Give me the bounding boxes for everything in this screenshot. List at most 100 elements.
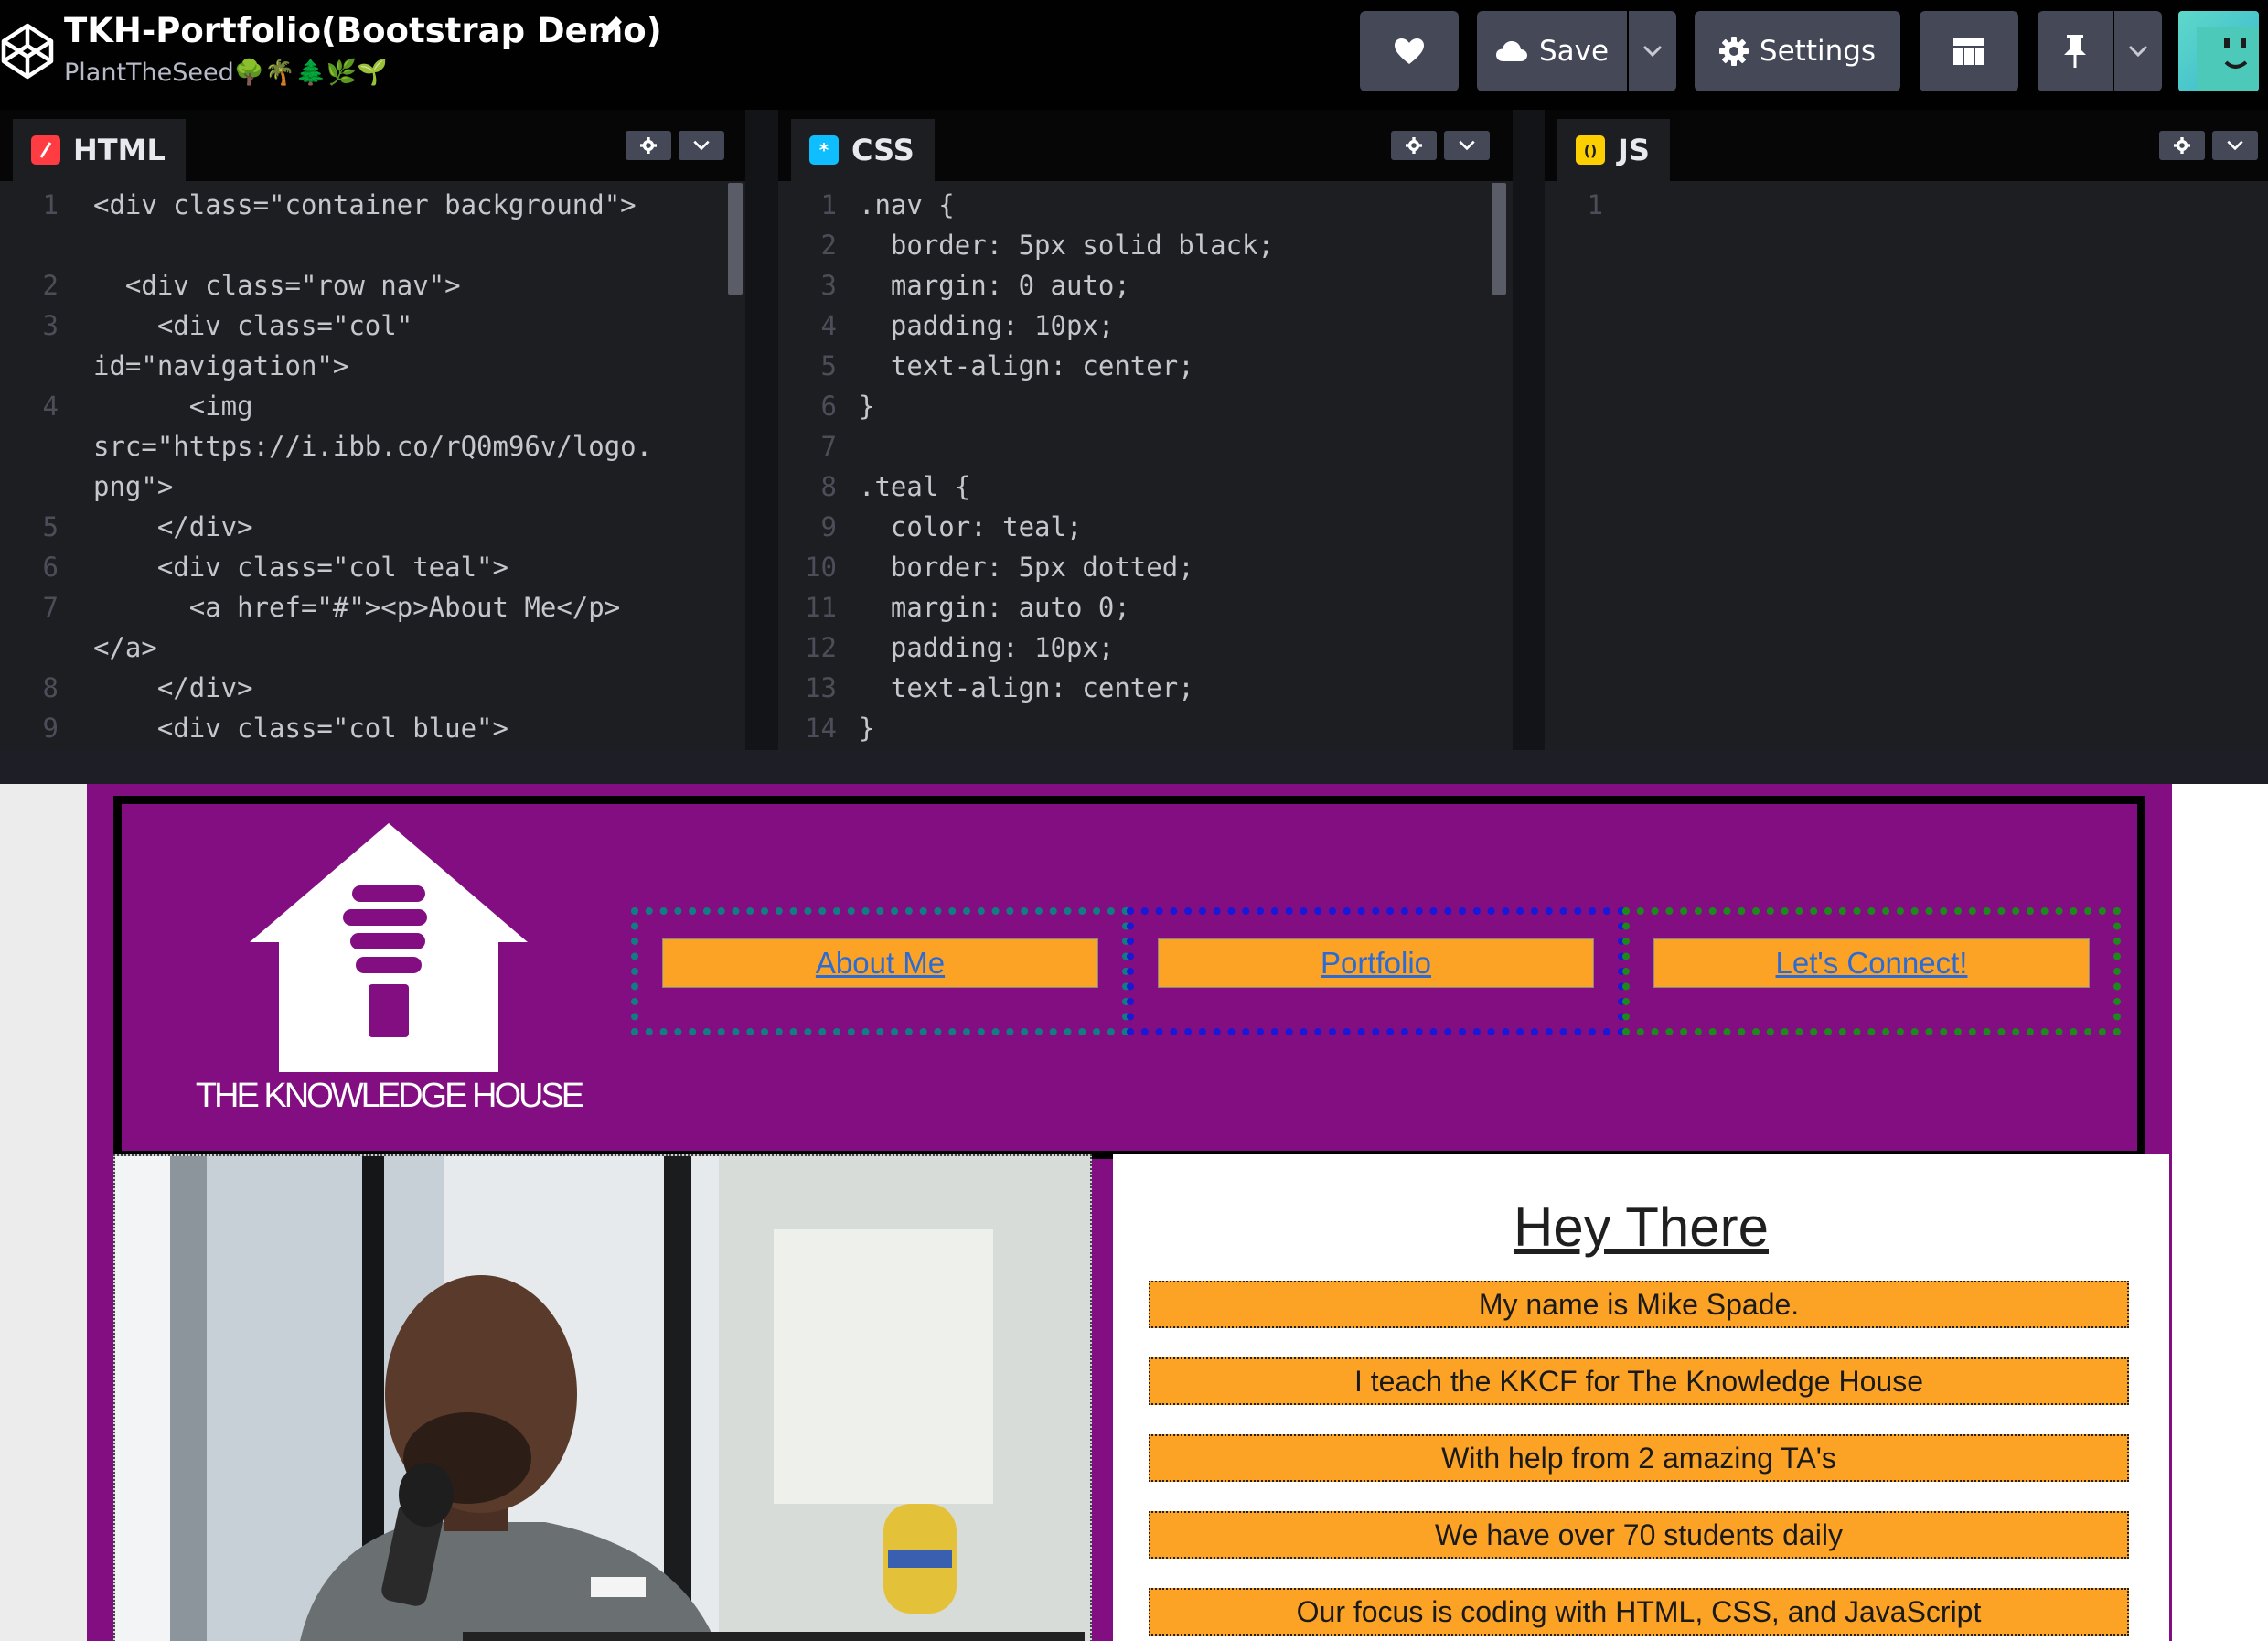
- about-line: With help from 2 amazing TA's: [1149, 1434, 2129, 1482]
- pen-author[interactable]: PlantTheSeed🌳🌴🌲🌿🌱: [64, 55, 388, 91]
- change-view-button[interactable]: [1920, 11, 2018, 91]
- user-avatar[interactable]: [2178, 11, 2259, 91]
- svg-text:*: *: [819, 141, 829, 159]
- js-badge-icon: (): [1576, 135, 1605, 165]
- code-line: text-align: center;: [859, 350, 1194, 381]
- code-line: text-align: center;: [859, 672, 1194, 703]
- js-editor-panel: () JS 1: [1545, 110, 2268, 750]
- html-settings-button[interactable]: [626, 131, 671, 160]
- line-number: 4: [820, 310, 837, 341]
- code-line: }: [859, 713, 875, 744]
- code-line: .teal {: [859, 471, 971, 502]
- gear-icon: [2174, 137, 2190, 154]
- top-bar: TKH-Portfolio(Bootstrap Demo) PlantTheSe…: [0, 0, 2268, 110]
- about-title: Hey There: [1513, 1196, 1770, 1258]
- line-number: 1: [42, 189, 59, 220]
- pin-button[interactable]: [2038, 11, 2113, 91]
- pen-title[interactable]: TKH-Portfolio(Bootstrap Demo): [64, 7, 662, 55]
- js-code-area[interactable]: 1: [1545, 183, 2268, 750]
- speaker-photo-image: [115, 1156, 1090, 1641]
- js-settings-button[interactable]: [2159, 131, 2205, 160]
- css-panel-header: * CSS: [778, 110, 1513, 181]
- code-line: margin: 0 auto;: [859, 270, 1130, 301]
- line-number: 6: [820, 391, 837, 422]
- js-collapse-button[interactable]: [2212, 131, 2258, 160]
- layout-icon: [1953, 38, 1984, 65]
- line-number: 8: [42, 672, 59, 703]
- pin-dropdown-button[interactable]: [2114, 11, 2162, 91]
- line-number: 9: [42, 713, 59, 744]
- chevron-down-icon: [2227, 140, 2243, 151]
- css-collapse-button[interactable]: [1444, 131, 1490, 160]
- line-number: 1: [820, 189, 837, 220]
- code-line: id="navigation">: [93, 350, 349, 381]
- codepen-logo-icon[interactable]: [0, 22, 55, 80]
- line-number: 10: [805, 552, 837, 583]
- code-line: <div class="col blue">: [93, 713, 508, 744]
- tab-html[interactable]: HTML: [13, 119, 186, 181]
- code-line: <div class="col": [93, 310, 413, 341]
- nav-link-box: About Me: [662, 938, 1098, 988]
- gear-icon: [640, 137, 657, 154]
- line-number: 3: [42, 310, 59, 341]
- nav-col-teal: About Me: [631, 907, 1129, 1035]
- nav-link-about-me[interactable]: About Me: [816, 946, 945, 981]
- line-number: 8: [820, 471, 837, 502]
- line-number: 4: [42, 391, 59, 422]
- css-scrollbar[interactable]: [1492, 183, 1506, 295]
- save-label: Save: [1538, 35, 1610, 68]
- save-dropdown-button[interactable]: [1629, 11, 1676, 91]
- code-line: </a>: [93, 632, 157, 663]
- about-line: I teach the KKCF for The Knowledge House: [1149, 1357, 2129, 1405]
- code-line: padding: 10px;: [859, 632, 1115, 663]
- html-collapse-button[interactable]: [679, 131, 724, 160]
- settings-label: Settings: [1759, 35, 1877, 68]
- about-line: Our focus is coding with HTML, CSS, and …: [1149, 1588, 2129, 1636]
- settings-button[interactable]: Settings: [1695, 11, 1900, 91]
- html-code-area[interactable]: 1 <div class="container background"> 2 <di…: [0, 183, 745, 750]
- code-line: padding: 10px;: [859, 310, 1115, 341]
- line-number: 12: [805, 632, 837, 663]
- line-number: 14: [805, 713, 837, 744]
- chevron-down-icon: [1459, 140, 1475, 151]
- nav-col-green: Let's Connect!: [1622, 907, 2121, 1035]
- code-line: </div>: [93, 672, 253, 703]
- nav-col-blue: Portfolio: [1127, 907, 1625, 1035]
- css-code-area[interactable]: 1 .nav {2 border: 5px solid black; 3 margi…: [778, 183, 1513, 750]
- heart-button[interactable]: [1360, 11, 1459, 91]
- code-line: <img: [93, 391, 253, 422]
- html-panel-header: HTML: [0, 110, 745, 181]
- house-lightbulb-icon: [250, 823, 528, 1072]
- html-scrollbar[interactable]: [728, 183, 743, 295]
- save-button[interactable]: Save: [1477, 11, 1627, 91]
- avatar-face-icon: [2197, 27, 2259, 91]
- nav-link-box: Let's Connect!: [1653, 938, 2090, 988]
- css-editor-panel: * CSS 1 .nav {2 border: 5px solid black; 3…: [778, 110, 1513, 750]
- line-number: 11: [805, 592, 837, 623]
- line-number: 7: [42, 592, 59, 623]
- code-line: <div class="row nav">: [93, 270, 461, 301]
- nav-link-lets-connect[interactable]: Let's Connect!: [1776, 946, 1968, 981]
- tab-css[interactable]: * CSS: [791, 119, 935, 181]
- tab-js[interactable]: () JS: [1557, 119, 1670, 181]
- code-line: color: teal;: [859, 511, 1083, 542]
- html-badge-icon: [31, 135, 60, 165]
- line-number: 5: [820, 350, 837, 381]
- cloud-icon: [1495, 41, 1527, 61]
- nav-link-portfolio[interactable]: Portfolio: [1321, 946, 1431, 981]
- pencil-edit-icon[interactable]: [596, 13, 626, 42]
- js-panel-header: () JS: [1545, 110, 2268, 181]
- css-settings-button[interactable]: [1391, 131, 1437, 160]
- line-number: 2: [820, 230, 837, 261]
- about-line: We have over 70 students daily: [1149, 1511, 2129, 1559]
- result-preview: THE KNOWLEDGE HOUSE About Me Portfolio L…: [0, 784, 2268, 1641]
- tab-css-label: CSS: [851, 133, 915, 167]
- code-line: <a href="#"><p>About Me</p>: [93, 592, 621, 623]
- knowledge-house-logo[interactable]: THE KNOWLEDGE HOUSE: [169, 823, 608, 1116]
- line-number: 9: [820, 511, 837, 542]
- code-line: src="https://i.ibb.co/rQ0m96v/logo.: [93, 431, 653, 462]
- about-line: My name is Mike Spade.: [1149, 1281, 2129, 1328]
- profile-photo: [113, 1154, 1092, 1641]
- code-line: border: 5px solid black;: [859, 230, 1274, 261]
- logo-text: THE KNOWLEDGE HOUSE: [196, 1077, 583, 1115]
